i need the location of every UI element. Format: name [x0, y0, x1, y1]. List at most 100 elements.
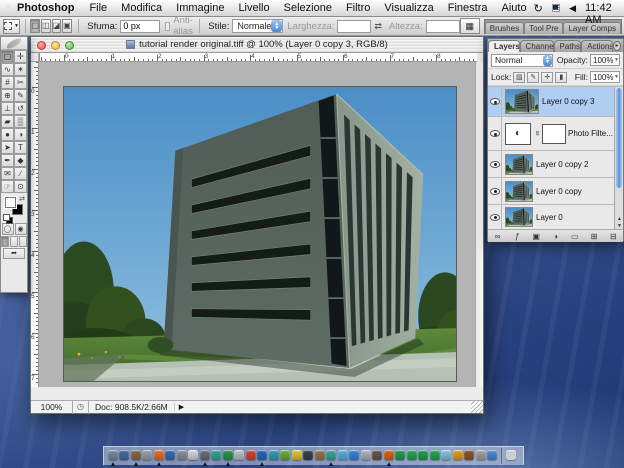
healing-brush-tool[interactable]: ⊕	[1, 89, 14, 102]
menu-item-immagine[interactable]: Immagine	[169, 2, 231, 14]
dock-icon-9[interactable]	[211, 447, 223, 466]
pen-tool[interactable]: ✒	[1, 154, 14, 167]
dock-icon-1[interactable]	[119, 447, 131, 466]
feather-input[interactable]	[120, 20, 160, 33]
layer-row-layer-0[interactable]: Layer 0	[488, 205, 623, 229]
magic-wand-tool[interactable]: ✶	[14, 63, 27, 76]
menu-item-filtro[interactable]: Filtro	[339, 2, 377, 14]
file-browser-button[interactable]: ▦	[460, 18, 480, 34]
tool-preset-picker[interactable]: ▼	[3, 19, 20, 34]
imageready-jump-button[interactable]: ➦	[3, 248, 25, 259]
scroll-down-icon[interactable]: ▼	[617, 224, 622, 229]
minimize-button[interactable]	[51, 41, 60, 50]
fullscreen-menubar-mode-button[interactable]	[10, 236, 18, 247]
lasso-tool[interactable]: ∿	[1, 63, 14, 76]
dock-icon-23[interactable]	[372, 447, 384, 466]
width-input[interactable]	[337, 20, 371, 33]
swap-dimensions-icon[interactable]: ⇄	[374, 21, 382, 32]
fullscreen-mode-button[interactable]	[19, 236, 27, 247]
default-colors-icon[interactable]	[3, 214, 11, 222]
blur-tool[interactable]: ●	[1, 128, 14, 141]
menu-item-modifica[interactable]: Modifica	[114, 2, 169, 14]
clone-stamp-tool[interactable]: ⊥	[1, 102, 14, 115]
hand-tool[interactable]: ☞	[1, 180, 14, 193]
dock-icon-7[interactable]	[188, 447, 200, 466]
tab-paths[interactable]: Paths	[554, 40, 582, 52]
new-group-icon[interactable]: ▭	[568, 232, 581, 241]
lock-position-button[interactable]: ✛	[541, 72, 553, 83]
dock-icon-27[interactable]	[418, 447, 430, 466]
lock-all-button[interactable]: ▮	[555, 72, 567, 83]
dock-icon-20[interactable]	[337, 447, 349, 466]
opacity-field[interactable]: 100% ▼	[590, 54, 620, 66]
path-selection-tool[interactable]: ➤	[1, 141, 14, 154]
eyedropper-tool[interactable]: ∕	[14, 167, 27, 180]
delete-layer-icon[interactable]: ⊟	[607, 232, 620, 241]
adjustment-layer-icon[interactable]: ◑	[549, 232, 562, 241]
visibility-toggle[interactable]	[488, 205, 502, 229]
type-tool[interactable]: T	[14, 141, 27, 154]
dock-trash-icon[interactable]	[505, 447, 517, 466]
layer-row-photo-filter[interactable]: ◐ ∞ Photo Filte...	[488, 117, 623, 151]
dock-icon-30[interactable]	[452, 447, 464, 466]
style-select[interactable]: Normale ▲▼	[232, 19, 283, 33]
resize-grip[interactable]	[471, 401, 483, 413]
document-proxy-icon[interactable]	[126, 40, 135, 49]
dock-icon-26[interactable]	[406, 447, 418, 466]
dock-icon-3[interactable]	[142, 447, 154, 466]
menu-app[interactable]: Photoshop	[9, 2, 82, 14]
dock-icon-12[interactable]	[245, 447, 257, 466]
dock-icon-15[interactable]	[280, 447, 292, 466]
dock-icon-10[interactable]	[222, 447, 234, 466]
add-mask-icon[interactable]: ▣	[530, 232, 543, 241]
tab-layers[interactable]: Layers	[488, 40, 520, 52]
layer-style-icon[interactable]: ƒ	[510, 232, 523, 241]
vertical-scrollbar[interactable]	[475, 62, 483, 387]
palette-menu-button[interactable]: ▸	[613, 41, 621, 51]
dock-icon-22[interactable]	[360, 447, 372, 466]
dock-icon-32[interactable]	[475, 447, 487, 466]
intersect-selection-button[interactable]: ▣	[62, 19, 72, 33]
notes-tool[interactable]: ✉	[1, 167, 14, 180]
menubar-clock[interactable]: Fri 11:42 AM	[585, 0, 624, 26]
tab-channels[interactable]: Channels	[520, 40, 554, 52]
zoom-level-field[interactable]: 100%	[31, 401, 73, 414]
custom-shape-tool[interactable]: ◆	[14, 154, 27, 167]
building-render-image[interactable]	[63, 86, 457, 382]
horizontal-ruler[interactable]: 0123456789	[39, 53, 477, 62]
zoom-window-button[interactable]	[65, 41, 74, 50]
brush-tool[interactable]: ✎	[14, 89, 27, 102]
quick-mask-mode-button[interactable]: ◉	[15, 223, 27, 235]
height-input[interactable]	[426, 20, 460, 33]
tab-actions[interactable]: Actions	[581, 40, 613, 52]
visibility-toggle[interactable]	[488, 151, 502, 177]
dock-icon-29[interactable]	[441, 447, 453, 466]
blend-mode-select[interactable]: Normal ▲▼	[491, 54, 553, 67]
dock-icon-8[interactable]	[199, 447, 211, 466]
vertical-ruler[interactable]: 01234567	[31, 62, 39, 387]
dock-icon-14[interactable]	[268, 447, 280, 466]
rectangular-marquee-tool[interactable]: ▢	[1, 50, 14, 63]
dock-icon-11[interactable]	[234, 447, 246, 466]
dock-icon-18[interactable]	[314, 447, 326, 466]
well-tab-brushes[interactable]: Brushes	[485, 22, 524, 34]
dock-icon-33[interactable]	[487, 447, 499, 466]
scroll-up-icon[interactable]: ▲	[617, 217, 622, 222]
canvas-area[interactable]	[39, 62, 477, 387]
menu-item-selezione[interactable]: Selezione	[277, 2, 339, 14]
document-titlebar[interactable]: tutorial render original.tiff @ 100% (La…	[31, 37, 483, 53]
layer-row-layer-0-copy-3[interactable]: Layer 0 copy 3	[488, 87, 623, 117]
slice-tool[interactable]: ✂	[14, 76, 27, 89]
menu-item-aiuto[interactable]: Aiuto	[494, 2, 533, 14]
toolbox-header[interactable]	[1, 37, 27, 50]
input-language-flag-icon[interactable]	[552, 4, 560, 12]
dock-icon-0[interactable]	[107, 447, 119, 466]
fill-field[interactable]: 100% ▼	[590, 71, 620, 83]
move-tool[interactable]: ✛	[14, 50, 27, 63]
foreground-color-swatch[interactable]	[5, 197, 16, 208]
lock-image-button[interactable]: ✎	[527, 72, 539, 83]
swap-colors-icon[interactable]: ⇄	[19, 195, 25, 203]
sync-icon[interactable]: ↻	[534, 2, 543, 15]
visibility-toggle[interactable]	[488, 87, 502, 116]
dock-icon-28[interactable]	[429, 447, 441, 466]
